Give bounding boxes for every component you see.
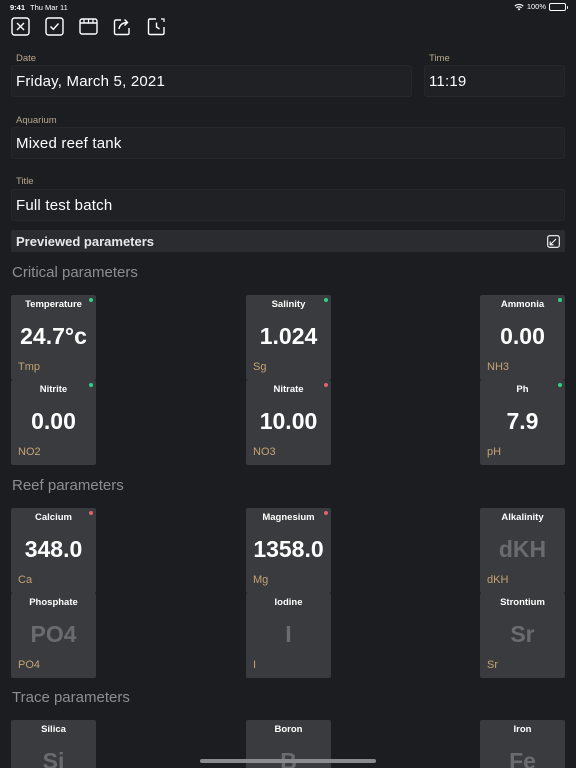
parameter-value: Sr <box>510 621 535 647</box>
parameter-abbreviation: Sr <box>487 659 498 671</box>
parameter-value: Fe <box>509 748 536 768</box>
expand-icon[interactable] <box>547 235 560 248</box>
status-dot-icon <box>324 511 328 515</box>
parameter-name: Ph <box>516 384 529 395</box>
parameter-name: Alkalinity <box>501 512 544 523</box>
title-field[interactable]: Full test batch <box>11 189 565 221</box>
home-indicator[interactable] <box>200 759 376 763</box>
parameter-name: Iodine <box>274 597 303 608</box>
status-right: 100% <box>514 2 568 11</box>
parameter-value: 10.00 <box>259 408 318 434</box>
parameter-value: B <box>280 748 297 768</box>
parameter-name: Iron <box>513 724 532 735</box>
parameter-tile-silica[interactable]: Silica Si <box>11 720 96 768</box>
parameter-value: 7.9 <box>506 408 539 434</box>
parameter-tile-magnesium[interactable]: Magnesium 1358.0 Mg <box>246 508 331 593</box>
parameter-value: 1.024 <box>259 323 318 349</box>
reef-parameters-heading: Reef parameters <box>12 477 124 494</box>
aquarium-label: Aquarium <box>16 115 57 126</box>
parameter-name: Nitrite <box>39 384 68 395</box>
parameter-abbreviation: PO4 <box>18 659 41 671</box>
checkmark-icon[interactable] <box>45 17 64 36</box>
parameter-name: Salinity <box>271 299 306 310</box>
parameter-tile-iron[interactable]: Iron Fe <box>480 720 565 768</box>
status-dot-icon <box>89 383 93 387</box>
parameter-tile-nitrite[interactable]: Nitrite 0.00 NO2 <box>11 380 96 465</box>
parameter-value: PO4 <box>30 621 77 647</box>
parameter-value: dKH <box>498 536 547 562</box>
parameter-abbreviation: NH3 <box>487 361 510 373</box>
title-value: Full test batch <box>16 197 113 214</box>
parameter-value: Si <box>42 748 65 768</box>
status-dot-icon <box>89 511 93 515</box>
parameter-name: Calcium <box>35 512 72 523</box>
parameter-value: I <box>285 621 292 647</box>
time-label: Time <box>429 53 450 64</box>
previewed-parameters-label: Previewed parameters <box>16 234 155 249</box>
parameter-name: Strontium <box>500 597 545 608</box>
date-label: Date <box>16 53 37 64</box>
status-bar: 9:41 Thu Mar 11 100% <box>0 0 576 14</box>
parameter-name: Phosphate <box>29 597 78 608</box>
status-dot-icon <box>89 298 93 302</box>
parameter-abbreviation: Mg <box>253 574 269 586</box>
aquarium-value: Mixed reef tank <box>16 135 122 152</box>
parameter-name: Boron <box>274 724 303 735</box>
parameter-tile-nitrate[interactable]: Nitrate 10.00 NO3 <box>246 380 331 465</box>
date-field[interactable]: Friday, March 5, 2021 <box>11 65 412 97</box>
status-dot-icon <box>324 298 328 302</box>
parameter-abbreviation: dKH <box>487 574 509 586</box>
parameter-abbreviation: Sg <box>253 361 267 373</box>
share-icon[interactable] <box>113 17 132 36</box>
reminder-clock-icon[interactable] <box>147 17 166 36</box>
close-icon[interactable] <box>11 17 30 36</box>
parameter-tile-iodine[interactable]: Iodine I I <box>246 593 331 678</box>
parameter-value: 1358.0 <box>253 536 324 562</box>
parameter-tile-ammonia[interactable]: Ammonia 0.00 NH3 <box>480 295 565 380</box>
parameter-name: Nitrate <box>273 384 304 395</box>
status-dot-icon <box>324 383 328 387</box>
time-value: 11:19 <box>429 73 467 90</box>
parameter-name: Magnesium <box>262 512 315 523</box>
toolbar <box>11 17 166 36</box>
parameter-tile-phosphate[interactable]: Phosphate PO4 PO4 <box>11 593 96 678</box>
parameter-abbreviation: Ca <box>18 574 33 586</box>
battery-percent: 100% <box>526 2 546 11</box>
parameter-abbreviation: pH <box>487 446 502 458</box>
trace-parameters-heading: Trace parameters <box>12 689 130 706</box>
status-dot-icon <box>558 298 562 302</box>
critical-parameters-heading: Critical parameters <box>12 264 138 281</box>
parameter-name: Temperature <box>25 299 82 310</box>
wifi-icon <box>514 3 524 10</box>
parameter-name: Ammonia <box>500 299 545 310</box>
status-dot-icon <box>558 383 562 387</box>
parameter-abbreviation: Tmp <box>18 361 40 373</box>
parameter-value: 0.00 <box>500 323 545 349</box>
parameter-value: 0.00 <box>31 408 76 434</box>
calendar-icon[interactable] <box>79 17 98 36</box>
parameter-tile-temperature[interactable]: Temperature 24.7°c Tmp <box>11 295 96 380</box>
parameter-tile-alkalinity[interactable]: Alkalinity dKH dKH <box>480 508 565 593</box>
parameter-abbreviation: NO2 <box>18 446 41 458</box>
parameter-value: 24.7°c <box>20 323 87 349</box>
parameter-tile-calcium[interactable]: Calcium 348.0 Ca <box>11 508 96 593</box>
parameter-tile-salinity[interactable]: Salinity 1.024 Sg <box>246 295 331 380</box>
parameter-tile-ph[interactable]: Ph 7.9 pH <box>480 380 565 465</box>
previewed-parameters-bar[interactable]: Previewed parameters <box>11 230 565 252</box>
parameter-tile-strontium[interactable]: Strontium Sr Sr <box>480 593 565 678</box>
status-time: 9:41 <box>10 3 26 12</box>
parameter-name: Silica <box>41 724 66 735</box>
time-field[interactable]: 11:19 <box>424 65 565 97</box>
status-date: Thu Mar 11 <box>30 3 68 12</box>
date-value: Friday, March 5, 2021 <box>16 73 165 90</box>
battery-icon <box>549 2 568 11</box>
parameter-abbreviation: I <box>253 659 257 671</box>
parameter-value: 348.0 <box>24 536 83 562</box>
title-label: Title <box>16 176 34 187</box>
aquarium-field[interactable]: Mixed reef tank <box>11 127 565 159</box>
parameter-abbreviation: NO3 <box>253 446 276 458</box>
